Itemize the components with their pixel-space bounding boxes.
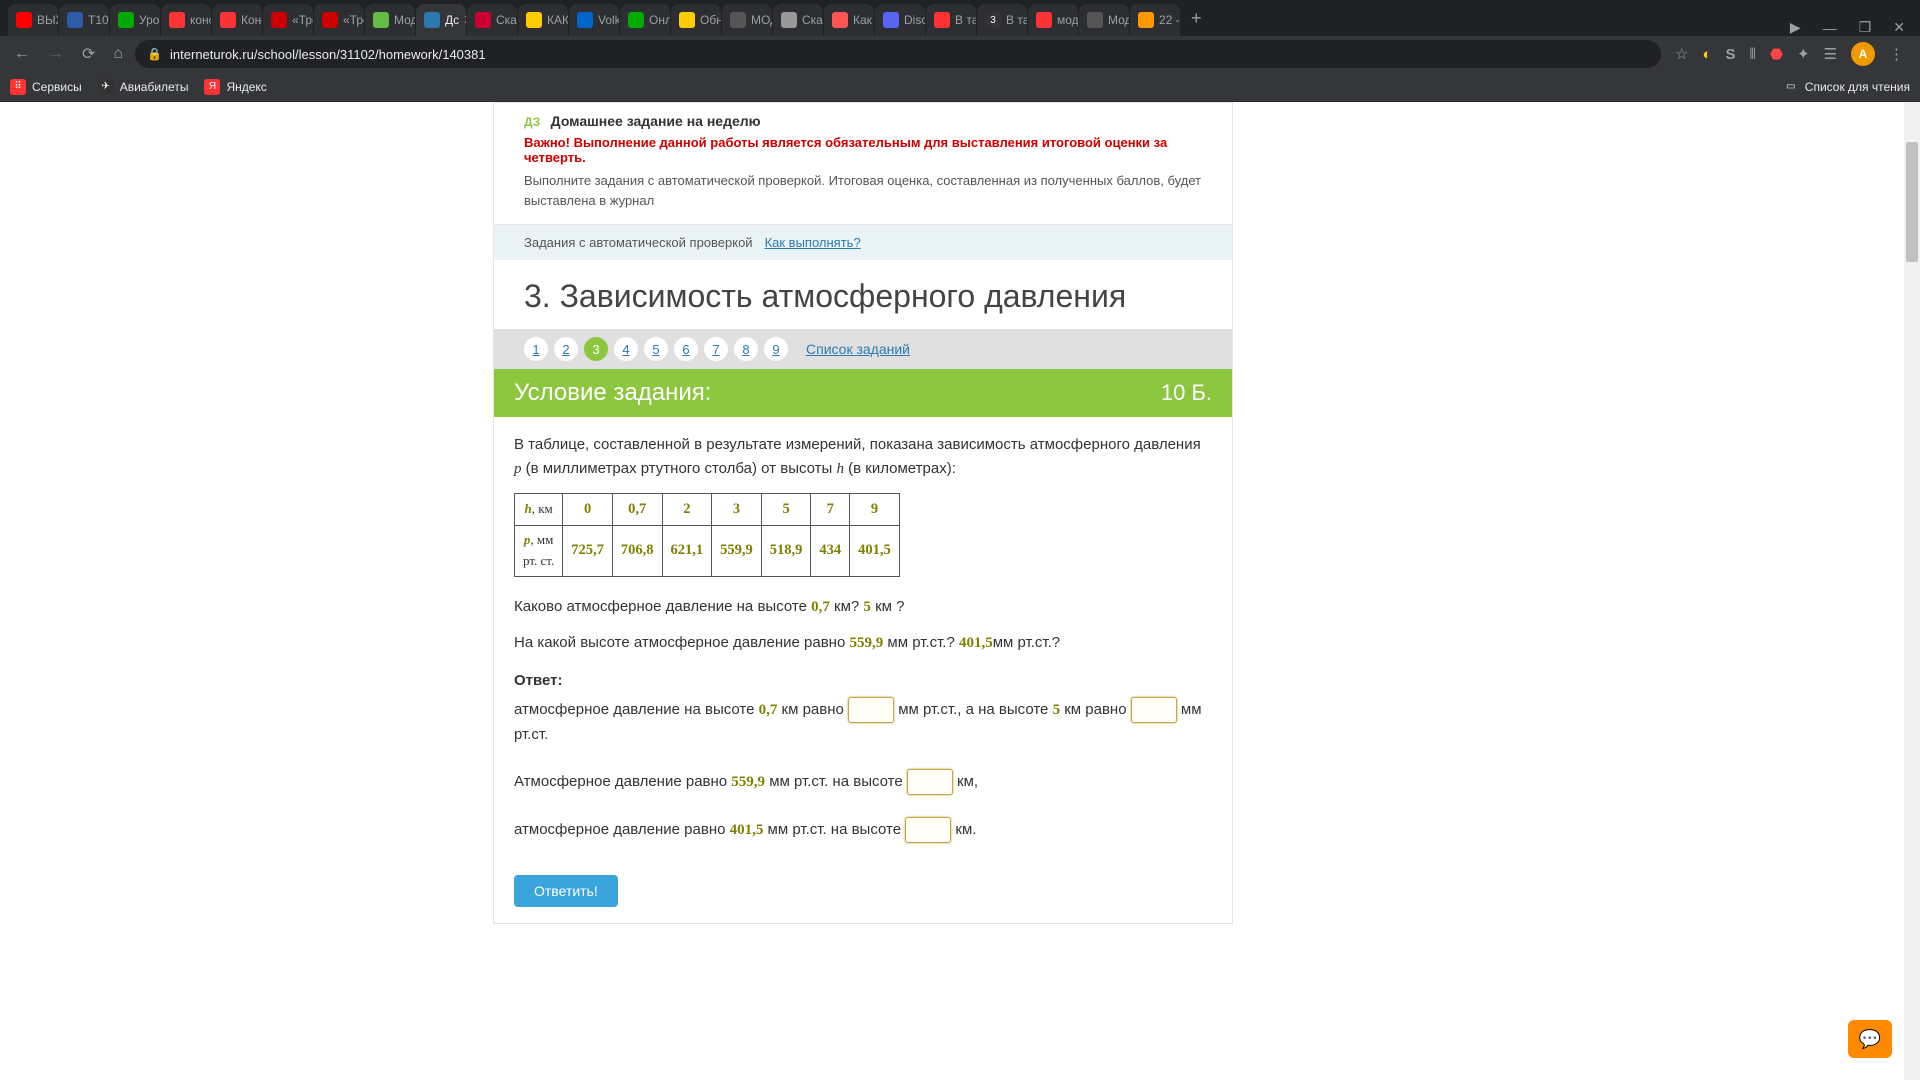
pager-item[interactable]: 9 bbox=[764, 337, 788, 361]
homework-desc: Выполните задания с автоматической прове… bbox=[524, 171, 1202, 210]
pager-item[interactable]: 6 bbox=[674, 337, 698, 361]
star-icon[interactable]: ☆ bbox=[1675, 45, 1688, 63]
page-viewport: ДЗ Домашнее задание на неделю Важно! Вып… bbox=[0, 102, 1920, 1080]
profile-avatar[interactable]: A bbox=[1851, 42, 1875, 66]
homework-title: Домашнее задание на неделю bbox=[551, 113, 761, 129]
minimize-button[interactable]: — bbox=[1823, 20, 1837, 36]
forward-button[interactable]: → bbox=[42, 41, 70, 67]
browser-tab[interactable]: ВЫЖ bbox=[8, 4, 58, 36]
submit-button[interactable]: Ответить! bbox=[514, 875, 618, 907]
chat-fab[interactable]: 💬 bbox=[1848, 1020, 1892, 1058]
browser-tab[interactable]: Скач bbox=[773, 4, 823, 36]
pager-item[interactable]: 2 bbox=[554, 337, 578, 361]
ext-adblock-icon[interactable]: ⬣ bbox=[1770, 45, 1783, 63]
autocheck-bar: Задания с автоматической проверкой Как в… bbox=[494, 225, 1232, 260]
answer-input-1[interactable] bbox=[848, 697, 894, 723]
important-notice: Важно! Выполнение данной работы является… bbox=[524, 135, 1202, 165]
home-button[interactable]: ⌂ bbox=[107, 41, 129, 67]
condition-bar: Условие задания: 10 Б. bbox=[494, 369, 1232, 417]
answer-input-4[interactable] bbox=[905, 817, 951, 843]
maximize-button[interactable]: ❐ bbox=[1859, 19, 1872, 36]
reading-list-icon: ▭ bbox=[1783, 79, 1799, 95]
bookmark-item[interactable]: ⠿Сервисы bbox=[10, 79, 82, 95]
reading-list-button[interactable]: ▭ Список для чтения bbox=[1783, 79, 1910, 95]
browser-tab[interactable]: Конс bbox=[212, 4, 262, 36]
browser-tab-strip: ВЫЖТ10пУровнконсКонс«Треу«ТреуМодДс✕Скач… bbox=[0, 0, 1920, 36]
lock-icon: 🔒 bbox=[147, 47, 162, 61]
pager-item[interactable]: 5 bbox=[644, 337, 668, 361]
browser-tab[interactable]: моду bbox=[1028, 4, 1078, 36]
browser-tab[interactable]: Мод bbox=[365, 4, 415, 36]
browser-tab[interactable]: Т10п bbox=[59, 4, 109, 36]
menu-icon[interactable]: ⋮ bbox=[1889, 45, 1904, 63]
pager-item[interactable]: 3 bbox=[584, 337, 608, 361]
browser-tab[interactable]: Дс✕ bbox=[416, 4, 466, 36]
ext-s-icon[interactable]: S bbox=[1726, 46, 1736, 63]
answer-input-2[interactable] bbox=[1131, 697, 1177, 723]
task-title: 3. Зависимость атмосферного давления bbox=[494, 260, 1232, 329]
browser-tab[interactable]: В таб bbox=[926, 4, 976, 36]
bookmark-item[interactable]: ЯЯндекс bbox=[204, 79, 266, 95]
browser-tab[interactable]: КАК bbox=[518, 4, 568, 36]
task-body: В таблице, составленной в результате изм… bbox=[494, 417, 1232, 859]
autocheck-text: Задания с автоматической проверкой bbox=[524, 235, 753, 250]
browser-tab[interactable]: Онла bbox=[620, 4, 670, 36]
browser-tab[interactable]: 3В таб bbox=[977, 4, 1027, 36]
bookmarks-bar: ⠿Сервисы ✈Авиабилеты ЯЯндекс ▭ Список для … bbox=[0, 72, 1920, 102]
pager-item[interactable]: 8 bbox=[734, 337, 758, 361]
media-icon[interactable]: ▶ bbox=[1790, 19, 1801, 36]
browser-tab[interactable]: «Треу bbox=[314, 4, 364, 36]
dz-badge: ДЗ bbox=[524, 115, 540, 129]
browser-tab[interactable]: Как у bbox=[824, 4, 874, 36]
browser-tab[interactable]: конс bbox=[161, 4, 211, 36]
reading-list-icon[interactable]: ☰ bbox=[1824, 45, 1837, 63]
url-input[interactable]: 🔒 interneturok.ru/school/lesson/31102/ho… bbox=[135, 40, 1661, 68]
yandex-icon[interactable]: ◐ bbox=[1702, 46, 1711, 63]
answer-label: Ответ: bbox=[514, 672, 563, 689]
browser-tab[interactable]: Обно bbox=[671, 4, 721, 36]
browser-tab[interactable]: Уровн bbox=[110, 4, 160, 36]
browser-tab[interactable]: Скач bbox=[467, 4, 517, 36]
extensions-icon[interactable]: ✦ bbox=[1797, 45, 1810, 63]
task-list-link[interactable]: Список заданий bbox=[806, 341, 910, 357]
pager-item[interactable]: 7 bbox=[704, 337, 728, 361]
ext-icon-1[interactable]: ⫴ bbox=[1750, 46, 1756, 63]
bookmark-item[interactable]: ✈Авиабилеты bbox=[98, 79, 189, 95]
new-tab-button[interactable]: + bbox=[1181, 8, 1212, 29]
back-button[interactable]: ← bbox=[8, 41, 36, 67]
browser-tab[interactable]: МОД bbox=[722, 4, 772, 36]
pager-item[interactable]: 4 bbox=[614, 337, 638, 361]
how-to-link[interactable]: Как выполнять? bbox=[765, 235, 861, 250]
close-tab-icon[interactable]: ✕ bbox=[463, 12, 466, 28]
window-controls: ▶ — ❐ ✕ bbox=[1790, 19, 1920, 36]
scrollbar[interactable] bbox=[1904, 102, 1920, 1080]
url-text: interneturok.ru/school/lesson/31102/home… bbox=[170, 47, 486, 62]
browser-tab[interactable]: 22 - В bbox=[1130, 4, 1180, 36]
answer-input-3[interactable] bbox=[907, 769, 953, 795]
browser-tab[interactable]: Мод bbox=[1079, 4, 1129, 36]
reload-button[interactable]: ⟳ bbox=[76, 40, 101, 68]
close-window-button[interactable]: ✕ bbox=[1893, 19, 1905, 36]
homework-header: ДЗ Домашнее задание на неделю Важно! Вып… bbox=[494, 103, 1232, 225]
browser-tab[interactable]: «Треу bbox=[263, 4, 313, 36]
address-bar: ← → ⟳ ⌂ 🔒 interneturok.ru/school/lesson/… bbox=[0, 36, 1920, 72]
task-pager: 123456789 Список заданий bbox=[494, 329, 1232, 369]
condition-label: Условие задания: bbox=[514, 379, 711, 407]
browser-tab[interactable]: Volks bbox=[569, 4, 619, 36]
points-label: 10 Б. bbox=[1161, 380, 1212, 406]
pager-item[interactable]: 1 bbox=[524, 337, 548, 361]
browser-tab[interactable]: Disco bbox=[875, 4, 925, 36]
data-table: h, км00,723579 p, ммрт. ст.725,7706,8621… bbox=[514, 493, 900, 577]
